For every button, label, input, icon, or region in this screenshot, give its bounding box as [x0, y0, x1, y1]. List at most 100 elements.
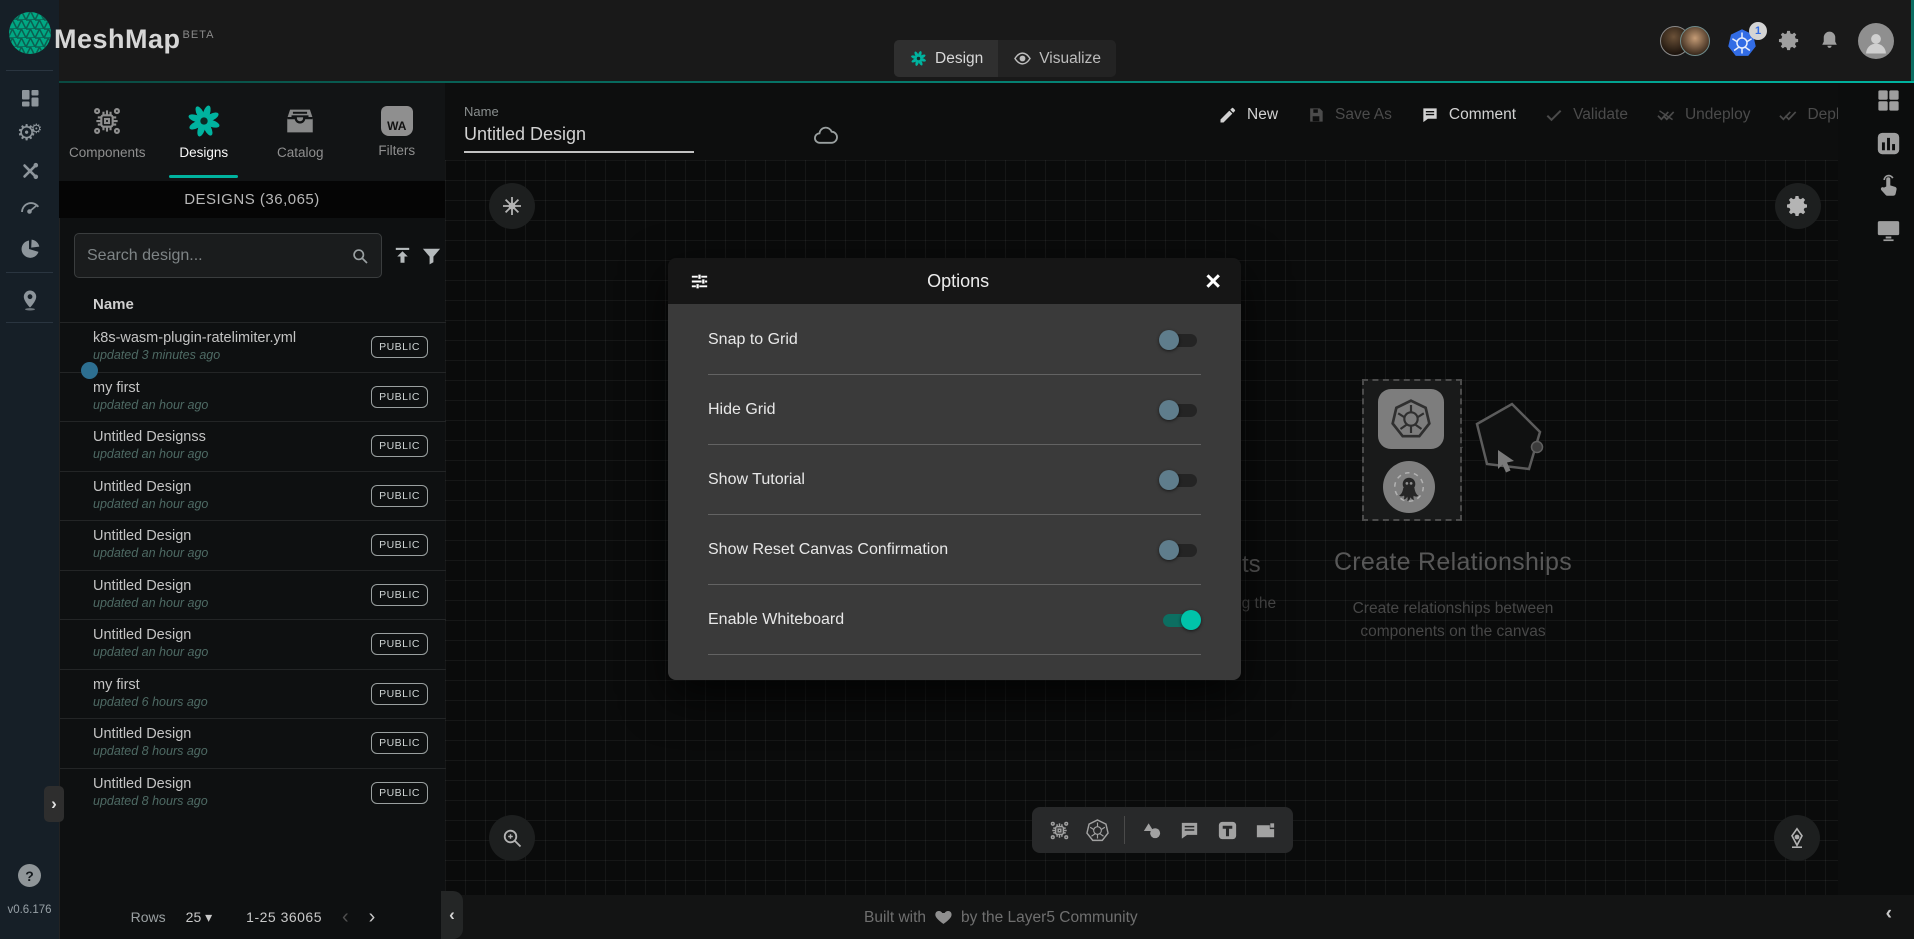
- import-design-button[interactable]: [391, 244, 414, 272]
- rows-per-page-select[interactable]: 25 ▾: [186, 909, 213, 926]
- funnel-icon: [420, 244, 443, 267]
- rail-divider: [6, 322, 53, 323]
- comment-icon[interactable]: [1178, 819, 1201, 842]
- design-search: [74, 233, 382, 278]
- sidebar-item-lifecycle[interactable]: ⚙⚙: [0, 116, 59, 150]
- media-icon[interactable]: [1254, 819, 1277, 842]
- tab-components[interactable]: Components: [59, 83, 156, 181]
- new-button[interactable]: New: [1218, 105, 1278, 125]
- tab-visualize[interactable]: Visualize: [998, 40, 1116, 77]
- canvas-widgets-button[interactable]: [489, 183, 535, 229]
- design-row[interactable]: Untitled Design updated an hour ago PUBL…: [60, 471, 446, 521]
- filter-button[interactable]: [420, 244, 443, 272]
- octopus-icon: [1391, 469, 1427, 505]
- zoom-in-button[interactable]: [489, 815, 535, 861]
- name-field-label: Name: [464, 104, 694, 119]
- design-row[interactable]: Untitled Design updated an hour ago PUBL…: [60, 619, 446, 669]
- top-bar-accent-line: [59, 81, 1914, 83]
- notifications-button[interactable]: [1818, 29, 1841, 52]
- canvas-options-button[interactable]: [1775, 183, 1821, 229]
- bell-icon: [1818, 29, 1841, 52]
- shapes-icon[interactable]: [1140, 819, 1163, 842]
- toggle-switch[interactable]: [1159, 539, 1201, 561]
- chart-panel-icon[interactable]: [1875, 130, 1902, 157]
- tab-designs[interactable]: Designs: [156, 83, 253, 181]
- sidebar-item-meshmap[interactable]: [0, 283, 59, 317]
- option-row: Show Tutorial: [708, 445, 1201, 515]
- touch-interaction-icon[interactable]: [1875, 173, 1902, 200]
- grid-view-icon[interactable]: [1875, 87, 1902, 114]
- collapse-panel-handle[interactable]: ‹: [441, 891, 463, 939]
- user-avatar[interactable]: [1858, 23, 1894, 59]
- kubernetes-node-tile: [1378, 389, 1444, 449]
- active-tab-underline: [169, 175, 238, 178]
- design-row[interactable]: my first updated 6 hours ago PUBLIC: [60, 669, 446, 719]
- sidebar-item-configuration[interactable]: [0, 154, 59, 188]
- app-title: MeshMapBETA: [54, 24, 214, 55]
- design-row[interactable]: Untitled Design updated an hour ago PUBL…: [60, 570, 446, 620]
- footer-credit: Built with by the Layer5 Community: [864, 907, 1138, 928]
- collaborator-avatar[interactable]: [1680, 26, 1710, 56]
- validate-button[interactable]: Validate: [1544, 105, 1628, 125]
- option-row: Snap to Grid: [708, 305, 1201, 375]
- visibility-badge: PUBLIC: [371, 534, 428, 556]
- undeploy-button[interactable]: Undeploy: [1656, 105, 1751, 125]
- rail-divider: [6, 70, 53, 71]
- sidebar-item-extensions[interactable]: [0, 232, 59, 266]
- tune-sliders-icon: [688, 270, 711, 293]
- kubernetes-icon[interactable]: [1086, 819, 1109, 842]
- rows-label: Rows: [131, 909, 166, 925]
- next-page-button[interactable]: ›: [369, 907, 376, 927]
- drawer-expand-handle[interactable]: ›: [44, 786, 64, 822]
- settings-button[interactable]: [1778, 29, 1801, 52]
- sidebar-item-performance[interactable]: [0, 190, 59, 224]
- comment-button-label: Comment: [1449, 106, 1516, 124]
- layer5-logo-icon: [8, 11, 52, 55]
- visibility-badge: PUBLIC: [371, 683, 428, 705]
- search-input[interactable]: [75, 247, 350, 265]
- toggle-switch[interactable]: [1159, 399, 1201, 421]
- sidebar-item-dashboard[interactable]: [0, 81, 59, 115]
- panel-tabs: Components Designs Catalog WA Filters: [59, 83, 445, 181]
- name-field-value[interactable]: Untitled Design: [464, 124, 694, 145]
- screen-share-icon[interactable]: [1875, 216, 1902, 243]
- person-icon: [1862, 29, 1890, 57]
- tab-designs-label: Designs: [179, 145, 228, 160]
- whiteboard-pen-button[interactable]: [1774, 815, 1820, 861]
- visibility-badge: PUBLIC: [371, 732, 428, 754]
- tab-catalog[interactable]: Catalog: [252, 83, 349, 181]
- hidden-card-partial-text: ts: [1242, 551, 1261, 579]
- option-row: Hide Grid: [708, 375, 1201, 445]
- tab-components-label: Components: [69, 145, 146, 160]
- designs-list: k8s-wasm-plugin-ratelimiter.yml updated …: [60, 322, 446, 817]
- design-row[interactable]: Untitled Design updated 8 hours ago PUBL…: [60, 768, 446, 818]
- sync-status-button[interactable]: [812, 122, 839, 154]
- tab-filters[interactable]: WA Filters: [349, 83, 446, 181]
- toggle-switch[interactable]: [1159, 609, 1201, 631]
- design-row[interactable]: my first updated an hour ago PUBLIC: [60, 372, 446, 422]
- help-button[interactable]: ?: [18, 864, 41, 887]
- tab-design[interactable]: Design: [894, 40, 998, 77]
- canvas-toolbar: New Save As Comment Validate Undeploy De…: [1218, 105, 1856, 125]
- save-as-button[interactable]: Save As: [1306, 105, 1392, 125]
- kubernetes-context-button[interactable]: 1: [1727, 25, 1761, 57]
- design-row[interactable]: k8s-wasm-plugin-ratelimiter.yml updated …: [60, 322, 446, 372]
- toggle-switch[interactable]: [1159, 329, 1201, 351]
- layer5-logo[interactable]: [0, 0, 59, 66]
- pagination-range: 1-25 36065: [246, 909, 322, 925]
- close-icon[interactable]: ×: [1205, 268, 1221, 295]
- beta-tag: BETA: [183, 29, 215, 41]
- design-row[interactable]: Untitled Designss updated an hour ago PU…: [60, 421, 446, 471]
- components-circuit-icon[interactable]: [1048, 819, 1071, 842]
- collapse-right-handle[interactable]: ‹: [1886, 903, 1892, 925]
- cloud-icon: [812, 122, 839, 149]
- design-row[interactable]: Untitled Design updated an hour ago PUBL…: [60, 520, 446, 570]
- prev-page-button[interactable]: ‹: [342, 907, 349, 927]
- toggle-switch[interactable]: [1159, 469, 1201, 491]
- design-row[interactable]: Untitled Design updated 8 hours ago PUBL…: [60, 718, 446, 768]
- comment-button[interactable]: Comment: [1420, 105, 1516, 125]
- text-tool-icon[interactable]: [1216, 819, 1239, 842]
- version-label: v0.6.176: [0, 904, 59, 916]
- search-icon[interactable]: [350, 246, 370, 266]
- asterisk-wheel-icon: [500, 194, 524, 218]
